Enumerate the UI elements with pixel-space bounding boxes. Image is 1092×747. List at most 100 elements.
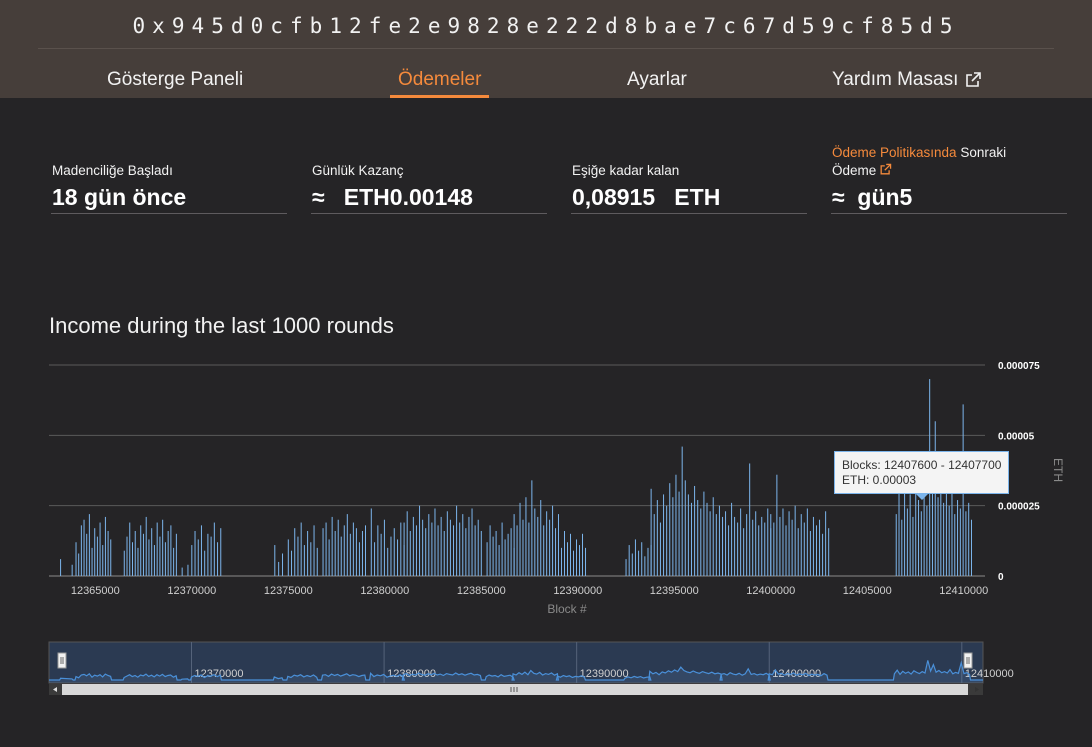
chart-bar — [217, 542, 219, 576]
chart-bar — [159, 536, 161, 576]
chart-bar — [638, 550, 640, 576]
chart-bar — [83, 519, 85, 576]
chart-bar — [931, 485, 933, 576]
chart-bar — [310, 542, 312, 576]
chart-bar — [647, 547, 649, 576]
chart-bar — [300, 522, 302, 576]
chart-bar — [86, 533, 88, 576]
chart-bar — [471, 508, 473, 576]
chart-bar — [904, 488, 906, 576]
chart-bar — [803, 522, 805, 576]
chart-bar — [934, 421, 936, 576]
external-link-icon — [966, 72, 982, 87]
chart-bar — [761, 516, 763, 576]
chart-bar — [706, 502, 708, 576]
chart-bar — [825, 511, 827, 576]
chart-bar — [156, 522, 158, 576]
chart-bar — [393, 528, 395, 576]
scrollbar-thumb — [62, 684, 968, 695]
payout-policy-link[interactable]: Ödeme Politikasında — [832, 145, 957, 160]
chart-bar — [540, 500, 542, 576]
chart-bar — [940, 480, 942, 576]
nav-tab-dashboard-label: Gösterge Paneli — [107, 69, 244, 90]
chart-bar — [365, 525, 367, 576]
chart-bar — [954, 514, 956, 576]
chart-bar — [419, 505, 421, 576]
chart-bar — [770, 514, 772, 576]
chart-bar — [537, 516, 539, 576]
chart-bar — [134, 530, 136, 576]
chart-bar — [210, 536, 212, 576]
chart-bar — [213, 522, 215, 576]
chart-bar — [812, 516, 814, 576]
chart-bar — [377, 525, 379, 576]
chart-bar — [625, 559, 627, 576]
chart-bar — [440, 516, 442, 576]
chart-bar — [965, 511, 967, 576]
chart-bar — [465, 528, 467, 576]
stat-remaining-threshold-value: 0,08915 ETH — [572, 184, 721, 210]
chart-bar — [313, 525, 315, 576]
chart-bar — [631, 553, 633, 576]
stat-next-payout-label-line2: Ödeme — [832, 163, 877, 178]
chart-bar — [740, 508, 742, 576]
chart-bar — [468, 516, 470, 576]
stat-daily-earnings-label: Günlük Kazanç — [312, 163, 404, 178]
chart-bar — [923, 491, 925, 576]
chart-bar — [151, 528, 153, 576]
navigator-scrollbar[interactable] — [49, 684, 983, 695]
chart-bar — [380, 533, 382, 576]
chart-bar — [906, 508, 908, 576]
y-tick-label: 0.000075 — [998, 361, 1040, 372]
chart-bar — [943, 502, 945, 576]
chart-bar — [437, 525, 439, 576]
chart-bar — [700, 508, 702, 576]
navigator-handle-right[interactable] — [963, 652, 973, 669]
nav-tab-helpdesk[interactable]: Yardım Masası — [832, 69, 982, 98]
chart-bar — [477, 519, 479, 576]
external-link-icon[interactable] — [879, 163, 892, 176]
chart-bar — [400, 522, 402, 576]
chart-bar — [755, 511, 757, 576]
chart-bar — [507, 533, 509, 576]
chart-bar — [525, 497, 527, 576]
chart-bar — [434, 508, 436, 576]
chart-bar — [123, 550, 125, 576]
chart-bar — [656, 500, 658, 576]
nav-tab-helpdesk-label: Yardım Masası — [832, 69, 959, 90]
chart-bar — [443, 530, 445, 576]
chart-bar — [181, 567, 183, 576]
chart-bar — [390, 536, 392, 576]
chart-bar — [945, 491, 947, 576]
nav-tab-settings[interactable]: Ayarlar — [627, 69, 687, 98]
chart-bar — [552, 505, 554, 576]
chart-bar — [91, 547, 93, 576]
chart-bar — [681, 446, 683, 576]
chart-navigator[interactable]: 12370000 12380000 12390000 12400000 12410000 — [0, 640, 1092, 698]
navigator-tick-label: 12410000 — [965, 668, 1014, 680]
chart-bar — [576, 539, 578, 576]
stat-daily-earnings: Günlük Kazanç ≈ ETH0.00148 — [311, 140, 547, 214]
chart-bar — [573, 550, 575, 576]
nav-tab-dashboard[interactable]: Gösterge Paneli — [107, 69, 243, 98]
stat-mining-started-label: Madenciliğe Başladı — [52, 163, 173, 178]
x-tick-label: 12370000 — [167, 585, 216, 597]
chart-bar — [397, 539, 399, 576]
navigator-handle-left[interactable] — [57, 652, 67, 669]
chart-bar — [687, 494, 689, 576]
chart-bar — [126, 536, 128, 576]
chart-bar — [659, 522, 661, 576]
chart-bar — [173, 547, 175, 576]
chart-bar — [409, 530, 411, 576]
chart-bar — [170, 525, 172, 576]
nav-tab-payments[interactable]: Ödemeler — [389, 69, 490, 98]
y-tick-label: 0.000025 — [998, 502, 1040, 513]
chart-bar — [822, 533, 824, 576]
chart-bar — [287, 539, 289, 576]
chart-bar — [970, 519, 972, 576]
chart-bar — [88, 514, 90, 576]
chart-bar — [60, 559, 62, 576]
stat-daily-earnings-value: ≈ ETH0.00148 — [312, 184, 473, 210]
chart-bar — [937, 497, 939, 576]
chart-bar — [370, 508, 372, 576]
